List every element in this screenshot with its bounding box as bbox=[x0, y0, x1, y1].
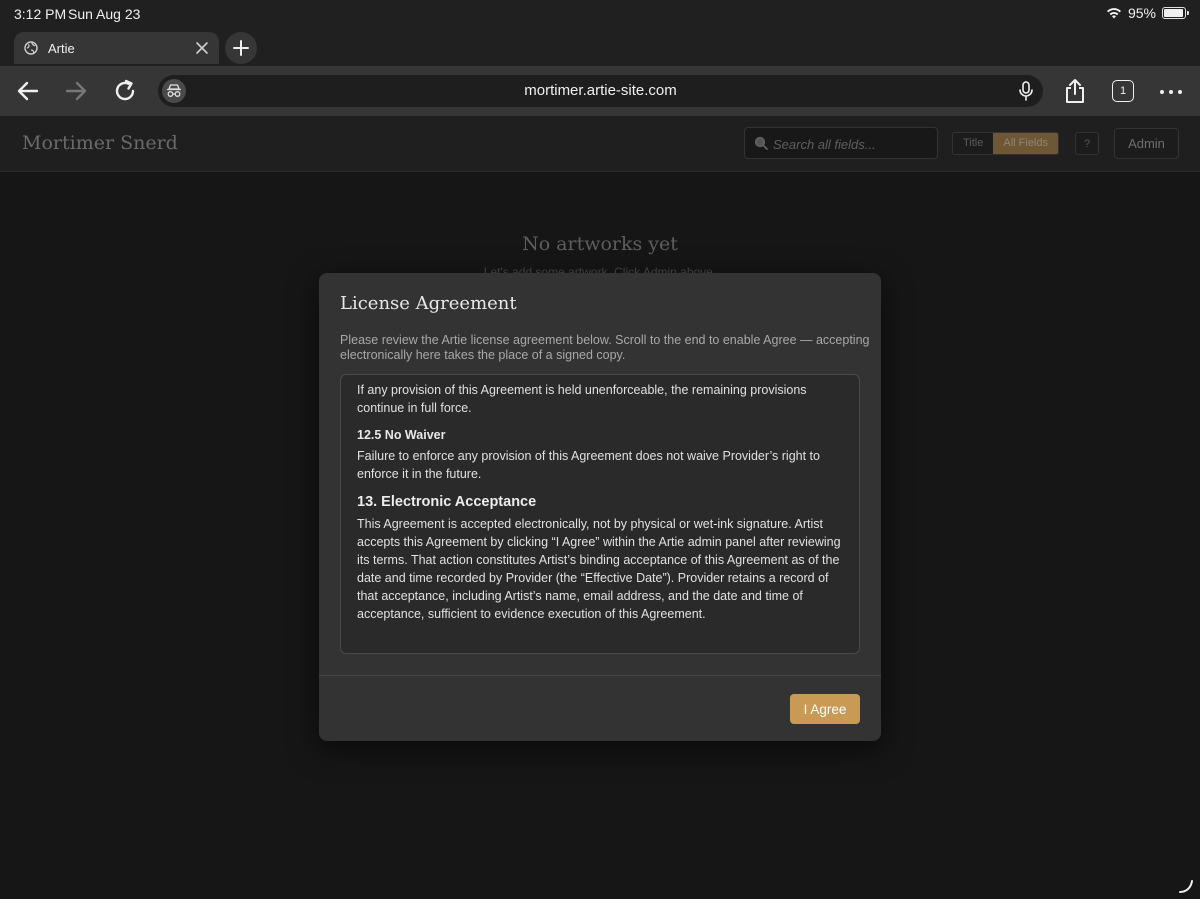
battery-icon bbox=[1162, 7, 1189, 19]
url-text: mortimer.artie-site.com bbox=[524, 82, 677, 99]
search-input[interactable] bbox=[773, 134, 933, 154]
modal-divider bbox=[319, 675, 881, 676]
agreement-paragraph: If any provision of this Agreement is he… bbox=[357, 383, 807, 415]
agreement-section-heading: 13. Electronic Acceptance bbox=[357, 494, 537, 510]
empty-state-title: No artworks yet bbox=[522, 233, 678, 255]
microphone-icon[interactable] bbox=[1017, 81, 1035, 101]
status-bar: 3:12 PM Sun Aug 23 95% bbox=[0, 0, 1200, 28]
agreement-section-heading: 12.5 No Waiver bbox=[357, 428, 446, 442]
share-icon[interactable] bbox=[1062, 78, 1088, 104]
battery-percent: 95% bbox=[1127, 5, 1156, 21]
admin-button[interactable]: Admin bbox=[1114, 128, 1179, 159]
globe-icon bbox=[24, 41, 38, 55]
forward-arrow-icon[interactable] bbox=[64, 79, 88, 103]
help-button[interactable]: ? bbox=[1075, 132, 1099, 155]
modal-intro: Please review the Artie license agreemen… bbox=[340, 333, 870, 362]
search-box[interactable] bbox=[744, 127, 938, 159]
plus-icon bbox=[233, 40, 249, 56]
site-header: Mortimer Snerd Title All Fields ? Admin bbox=[0, 116, 1200, 172]
agreement-paragraph: This Agreement is accepted electronicall… bbox=[357, 517, 841, 621]
i-agree-button[interactable]: I Agree bbox=[790, 694, 860, 724]
search-icon bbox=[754, 136, 768, 150]
filter-title-button[interactable]: Title bbox=[953, 133, 994, 154]
browser-tab[interactable]: Artie bbox=[14, 32, 219, 64]
tab-overview-button[interactable]: 1 bbox=[1112, 80, 1134, 102]
modal-title: License Agreement bbox=[340, 293, 517, 314]
status-indicators: 95% bbox=[1106, 5, 1189, 21]
status-date: Sun Aug 23 bbox=[68, 6, 141, 22]
wifi-icon bbox=[1106, 8, 1121, 19]
reload-icon[interactable] bbox=[113, 79, 137, 103]
agreement-scroll-area[interactable]: If any provision of this Agreement is he… bbox=[340, 374, 860, 654]
url-bar[interactable]: mortimer.artie-site.com bbox=[158, 75, 1043, 107]
search-scope-toggle: Title All Fields bbox=[952, 132, 1059, 155]
close-icon[interactable] bbox=[195, 41, 209, 55]
battery-fill bbox=[1164, 9, 1183, 17]
back-arrow-icon[interactable] bbox=[16, 79, 40, 103]
filter-all-fields-button[interactable]: All Fields bbox=[993, 133, 1058, 154]
more-options-icon[interactable] bbox=[1160, 90, 1182, 94]
status-time: 3:12 PM bbox=[14, 6, 67, 22]
new-tab-button[interactable] bbox=[225, 32, 257, 64]
agreement-paragraph: Failure to enforce any provision of this… bbox=[357, 449, 820, 481]
resize-handle-icon bbox=[1179, 880, 1193, 893]
browser-toolbar: mortimer.artie-site.com 1 bbox=[0, 66, 1200, 116]
tab-title: Artie bbox=[48, 40, 75, 56]
tab-strip: Artie bbox=[0, 28, 1200, 66]
license-agreement-modal: License Agreement Please review the Arti… bbox=[319, 273, 881, 741]
site-title: Mortimer Snerd bbox=[22, 132, 178, 154]
